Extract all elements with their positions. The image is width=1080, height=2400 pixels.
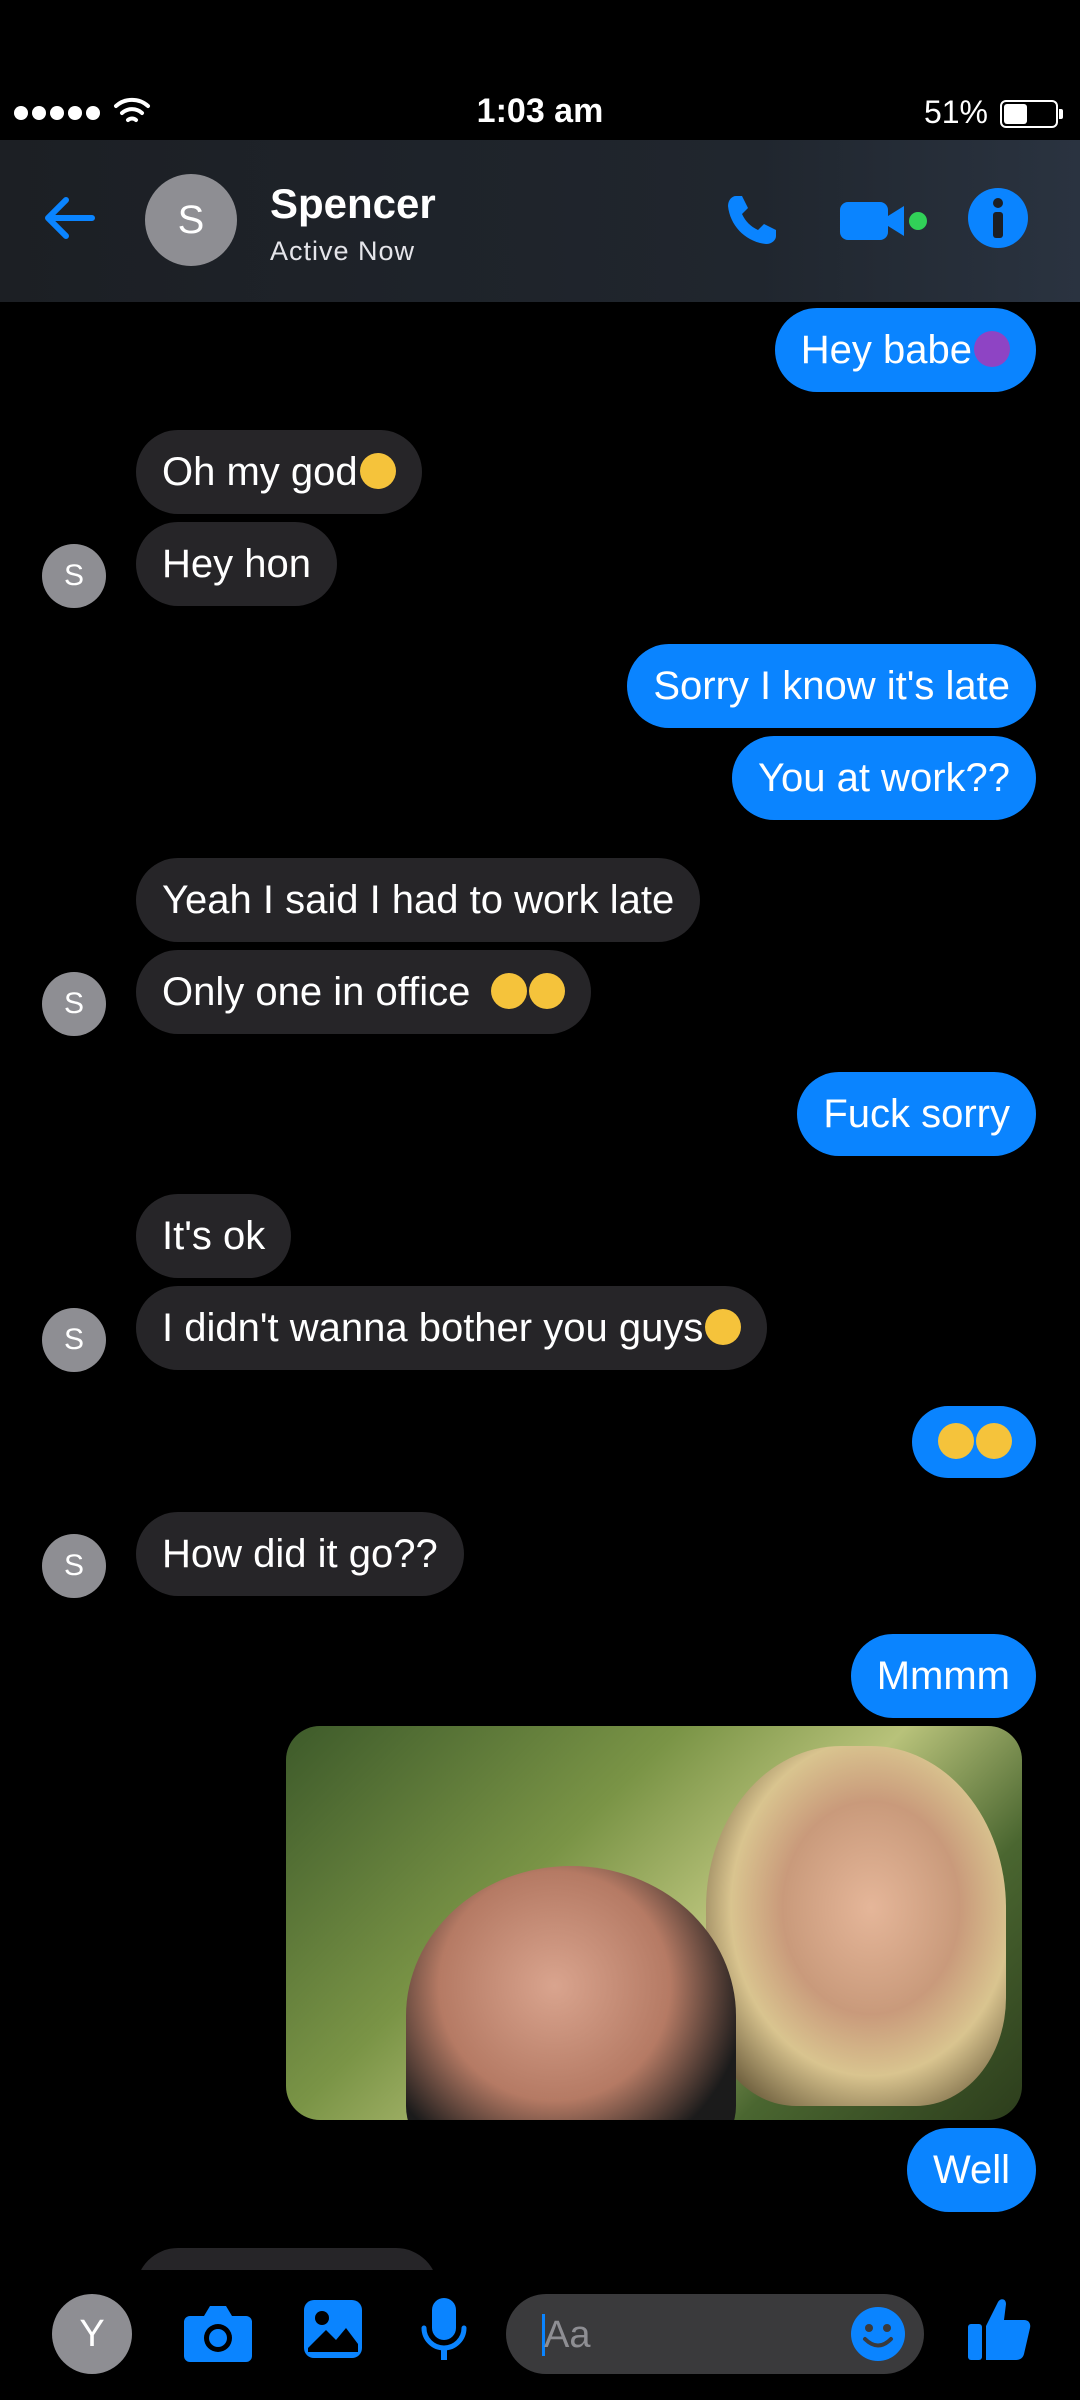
photo-attachment[interactable]	[286, 1726, 1022, 2120]
devil-emoji-icon	[974, 331, 1010, 368]
phone-icon[interactable]	[722, 190, 782, 250]
message-bubble-incoming[interactable]: How did it go??	[136, 1512, 464, 1596]
message-bubble-incoming[interactable]: Oh my god	[136, 430, 422, 514]
rofl-emoji-icon	[491, 973, 528, 1010]
message-bubble-outgoing[interactable]: Sorry I know it's late	[627, 644, 1036, 728]
message-bubble-outgoing[interactable]: Mmmm	[850, 1634, 1036, 1718]
message-text: Oh my god	[162, 450, 358, 494]
sender-avatar[interactable]: S	[42, 1534, 106, 1598]
message-text: Hey hon	[162, 542, 311, 586]
conversation-header: S Spencer Active Now	[0, 140, 1080, 302]
message-bubble-outgoing[interactable]	[912, 1406, 1036, 1478]
status-bar: 1:03 am 51%	[0, 88, 1080, 138]
message-text: Fuck sorry	[823, 1092, 1010, 1136]
sender-avatar[interactable]: S	[42, 972, 106, 1036]
smirk-emoji-icon	[359, 453, 396, 490]
message-text: Sorry I know it's late	[653, 664, 1010, 708]
image-icon[interactable]	[302, 2298, 364, 2360]
message-bubble-outgoing[interactable]: Fuck sorry	[797, 1072, 1036, 1156]
message-text: You at work??	[757, 756, 1010, 800]
battery-percentage: 51%	[923, 94, 988, 130]
info-icon[interactable]	[966, 186, 1030, 250]
message-bubble-outgoing[interactable]: Hey babe	[774, 308, 1036, 392]
photo-subject	[406, 1866, 736, 2120]
message-text: Only one in office	[162, 970, 471, 1014]
rofl-emoji-icon	[976, 1423, 1012, 1460]
message-bubble-incoming[interactable]: It's ok	[136, 1194, 292, 1278]
message-thread[interactable]: Hey babe Oh my god Hey hon S Sorry I kno…	[0, 302, 1080, 2270]
battery-fill	[1004, 104, 1027, 124]
message-text: Mmmm	[876, 1654, 1010, 1698]
contact-avatar[interactable]: S	[145, 174, 237, 266]
status-time: 1:03 am	[476, 92, 604, 130]
sender-avatar[interactable]: S	[42, 544, 106, 608]
my-avatar[interactable]: Y	[52, 2294, 132, 2374]
message-bubble-outgoing[interactable]: Well	[906, 2128, 1036, 2212]
message-bubble-outgoing[interactable]: You at work??	[731, 736, 1036, 820]
composer-bar: Y	[0, 2270, 1080, 2400]
rofl-emoji-icon	[938, 1423, 974, 1460]
video-camera-icon[interactable]	[838, 196, 930, 246]
message-text: Yeah I said I had to work late	[162, 878, 675, 922]
battery-icon	[1000, 100, 1063, 128]
wink-emoji-icon	[705, 1309, 742, 1346]
message-bubble-incoming[interactable]: Yeah I said I had to work late	[136, 858, 701, 942]
message-bubble-incoming-partial[interactable]	[136, 2248, 438, 2270]
rofl-emoji-icon	[529, 973, 566, 1010]
smiley-icon[interactable]	[850, 2306, 906, 2362]
photo-subject	[706, 1746, 1006, 2106]
message-input[interactable]	[542, 2294, 846, 2376]
back-arrow-icon[interactable]	[40, 188, 100, 248]
message-input-container[interactable]	[506, 2294, 924, 2376]
message-text: Well	[932, 2148, 1010, 2192]
message-bubble-incoming[interactable]: Hey hon	[136, 522, 337, 606]
message-text: Hey babe	[800, 328, 972, 372]
sender-avatar[interactable]: S	[42, 1308, 106, 1372]
thumbs-up-icon[interactable]	[966, 2294, 1032, 2364]
message-text: I didn't wanna bother you guys	[162, 1306, 704, 1350]
message-text: It's ok	[162, 1214, 266, 1258]
message-bubble-incoming[interactable]: I didn't wanna bother you guys	[136, 1286, 768, 1370]
message-bubble-incoming[interactable]: Only one in office	[136, 950, 592, 1034]
camera-icon[interactable]	[182, 2300, 254, 2364]
contact-status: Active Now	[270, 236, 416, 266]
microphone-icon[interactable]	[418, 2296, 470, 2366]
contact-name[interactable]: Spencer	[270, 180, 436, 228]
message-text: How did it go??	[162, 1532, 438, 1576]
